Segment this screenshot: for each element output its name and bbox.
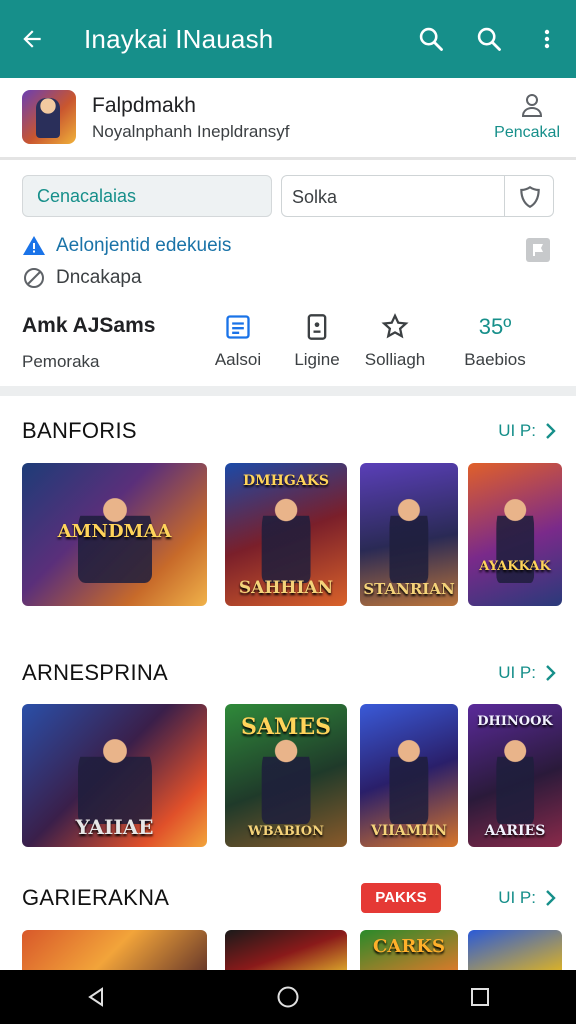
card-banner: CARKS: [373, 936, 445, 957]
card-art: [261, 735, 311, 825]
stat-main-value: Amk AJSams: [22, 314, 156, 337]
card-caption: WBABION: [248, 824, 324, 839]
game-card[interactable]: [468, 930, 562, 970]
stat-main: Amk AJSams Pemoraka: [22, 314, 155, 372]
nav-recents-button[interactable]: [450, 970, 510, 1024]
top-app-bar: Inaykai INauash: [0, 0, 576, 78]
stat-item-label: Baebios: [464, 350, 526, 369]
game-card[interactable]: [22, 930, 207, 970]
stats-row: Amk AJSams Pemoraka Aalsoi Ligine Sollia…: [0, 310, 576, 380]
block-icon: [24, 268, 44, 288]
stat-item-big-value: 35º: [478, 314, 512, 339]
stat-item-label: Solliagh: [364, 350, 426, 369]
section-more-label: UI P:: [498, 421, 536, 440]
section-more-label: UI P:: [498, 663, 536, 682]
search-icon: [477, 27, 501, 51]
game-card[interactable]: AYAKKAK: [468, 463, 562, 606]
flag-icon: [533, 244, 543, 256]
action-field[interactable]: Solka: [281, 175, 554, 217]
section-title: GARIERAKNA: [22, 885, 170, 910]
card-caption: VIIAMIIN: [370, 823, 448, 839]
shield-icon: [520, 185, 540, 208]
section-more-link[interactable]: UI P:: [498, 421, 558, 441]
card-banner: AMNDMAA: [57, 521, 172, 542]
nav-home-icon: [277, 986, 299, 1008]
game-card[interactable]: SAMES WBABION: [225, 704, 347, 847]
app-developer[interactable]: Noyalnphanh Inepldransyf: [92, 122, 290, 142]
card-banner: SAMES: [241, 714, 331, 740]
person-button[interactable]: [520, 92, 544, 123]
card-caption: STANRIAN: [363, 580, 455, 598]
system-nav-bar: [0, 970, 576, 1024]
chevron-right-icon: [546, 665, 556, 681]
section-badge: PAKKS: [361, 883, 441, 913]
section-more-link[interactable]: UI P:: [498, 888, 558, 908]
game-card[interactable]: DMHGAKS SAHHIAN: [225, 463, 347, 606]
chevron-right-icon: [546, 890, 556, 906]
game-card[interactable]: YAIIAE: [22, 704, 207, 847]
search-icon: [419, 27, 443, 51]
back-button[interactable]: [0, 0, 64, 78]
person-caption[interactable]: Pencakal: [494, 124, 560, 142]
nav-home-button[interactable]: [258, 970, 318, 1024]
action-row: Cenacalaias Solka: [22, 175, 554, 217]
info-line-2-label: Dncakapa: [56, 267, 142, 288]
field-divider: [504, 176, 505, 216]
card-caption: AARIES: [484, 823, 546, 839]
section-divider: [0, 386, 576, 396]
star-icon: [381, 313, 409, 339]
app-icon[interactable]: [22, 90, 76, 144]
primary-action-button[interactable]: Cenacalaias: [22, 175, 272, 217]
search-button[interactable]: [402, 0, 460, 78]
card-art: [389, 494, 429, 584]
nav-recents-icon: [471, 988, 489, 1006]
game-card[interactable]: AMNDMAA: [22, 463, 207, 606]
card-art: [77, 735, 152, 825]
section-title: BANFORIS: [22, 418, 137, 443]
section-title: ARNESPRINA: [22, 660, 169, 685]
more-vert-icon: [544, 29, 550, 49]
shield-button[interactable]: [517, 184, 543, 215]
stat-item-star[interactable]: Solliagh: [350, 310, 440, 370]
card-art: [496, 735, 534, 825]
stat-item-value: 35º Baebios: [450, 310, 540, 370]
app-bar-title: Inaykai INauash: [84, 23, 274, 54]
chevron-right-icon: [546, 423, 556, 439]
stat-item-list[interactable]: Aalsoi: [193, 310, 283, 370]
game-card[interactable]: STANRIAN: [360, 463, 458, 606]
flag-button[interactable]: [526, 238, 550, 262]
game-card[interactable]: [225, 930, 347, 970]
person-icon: [521, 94, 543, 117]
search-button-2[interactable]: [460, 0, 518, 78]
more-options-button[interactable]: [518, 0, 576, 78]
info-line-1[interactable]: Aelonjentid edekueis: [22, 234, 554, 262]
phone-icon: [307, 314, 327, 340]
nav-back-button[interactable]: [66, 970, 126, 1024]
game-card[interactable]: VIIAMIIN: [360, 704, 458, 847]
info-line-1-label: Aelonjentid edekueis: [56, 235, 232, 256]
stat-main-label: Pemoraka: [22, 352, 100, 371]
section-more-link[interactable]: UI P:: [498, 663, 558, 683]
card-banner: DHINOOK: [477, 714, 553, 729]
section-more-label: UI P:: [498, 888, 536, 907]
nav-back-icon: [88, 987, 103, 1007]
game-card[interactable]: DHINOOK AARIES: [468, 704, 562, 847]
game-card[interactable]: CARKS: [360, 930, 458, 970]
card-art: [389, 735, 429, 825]
app-name: Falpdmakh: [92, 94, 196, 117]
warning-icon: [23, 236, 45, 255]
action-field-text: Solka: [292, 187, 338, 207]
card-caption: SAHHIAN: [238, 578, 334, 598]
card-banner: AYAKKAK: [479, 559, 551, 574]
arrow-back-icon: [23, 30, 41, 48]
stat-item-label: Ligine: [294, 350, 340, 369]
stat-item-label: Aalsoi: [214, 350, 262, 369]
card-art: [261, 494, 311, 584]
app-header: Falpdmakh Noyalnphanh Inepldransyf Penca…: [0, 78, 576, 160]
stat-item-phone[interactable]: Ligine: [272, 310, 362, 370]
card-caption: YAIIAE: [75, 815, 154, 839]
card-banner: DMHGAKS: [243, 473, 329, 489]
list-icon: [226, 315, 250, 339]
